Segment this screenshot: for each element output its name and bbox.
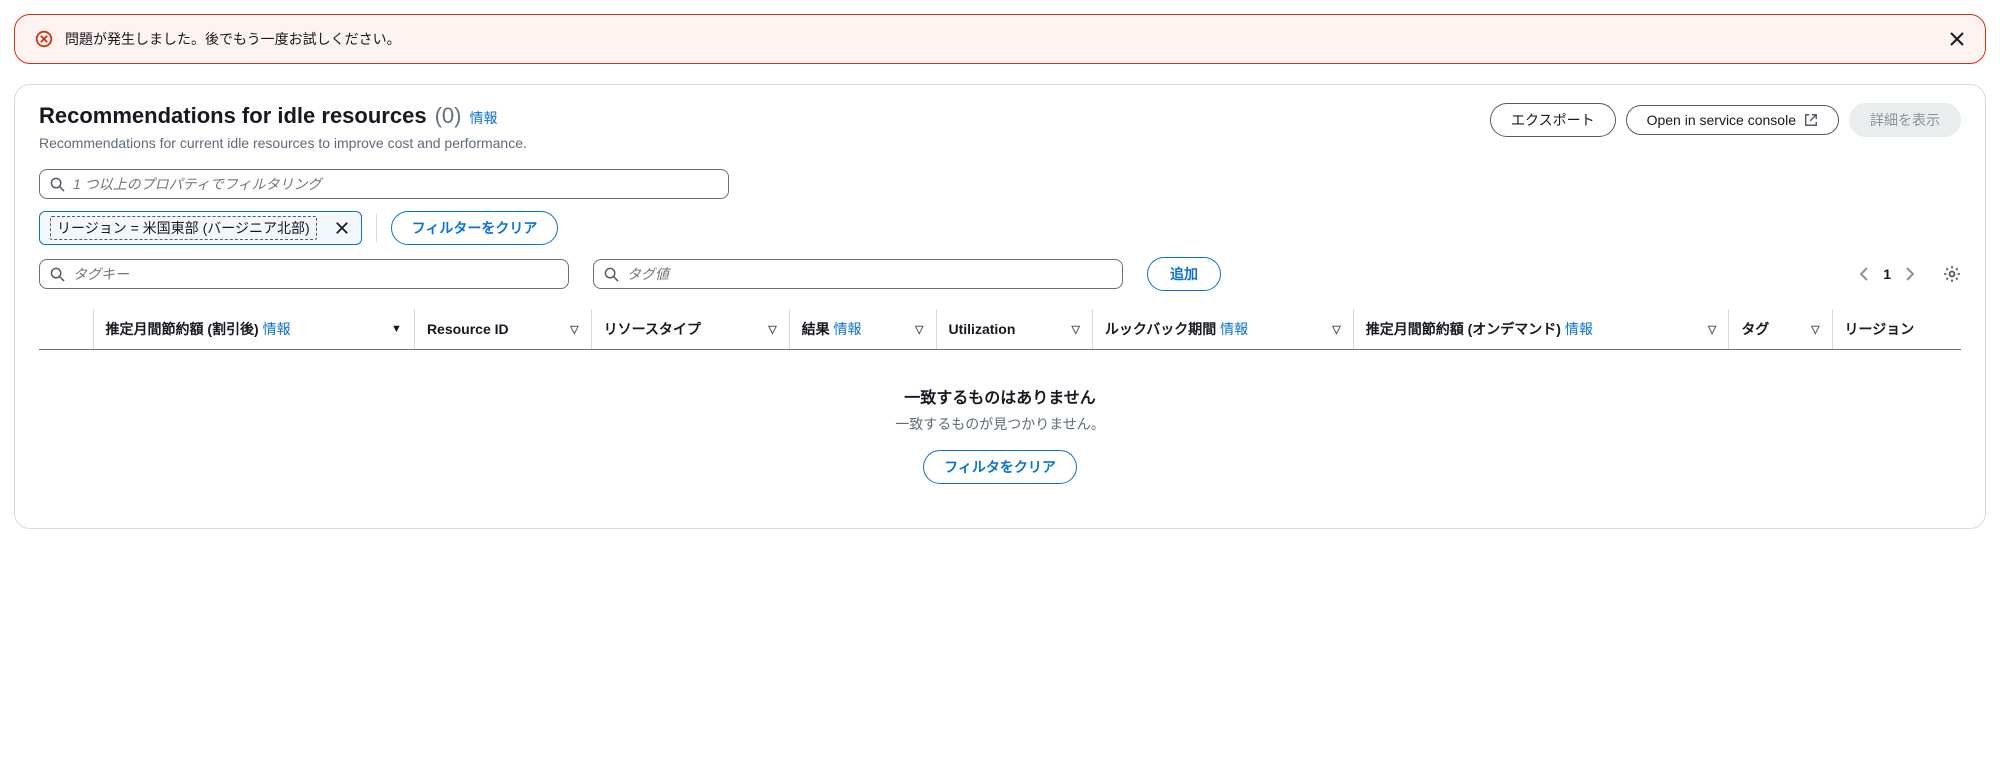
empty-subtitle: 一致するものが見つかりません。 — [39, 414, 1961, 434]
error-banner: 問題が発生しました。後でもう一度お試しください。 — [14, 14, 1986, 64]
sort-icon: ▽ — [1811, 323, 1819, 336]
tag-filter-row: 追加 1 — [39, 257, 1961, 291]
column-finding[interactable]: 結果 情報 ▽ — [789, 309, 936, 350]
info-link[interactable]: 情報 — [834, 321, 862, 337]
property-filter[interactable] — [39, 169, 729, 199]
sort-desc-icon: ▼ — [391, 323, 402, 335]
error-message: 問題が発生しました。後でもう一度お試しください。 — [65, 29, 1937, 49]
tag-key-input[interactable] — [73, 266, 558, 282]
property-filter-input[interactable] — [73, 176, 718, 192]
info-link[interactable]: 情報 — [469, 108, 497, 128]
search-icon — [50, 267, 65, 282]
empty-clear-button[interactable]: フィルタをクリア — [923, 450, 1077, 484]
open-console-button[interactable]: Open in service console — [1626, 105, 1839, 135]
open-console-label: Open in service console — [1647, 112, 1796, 128]
tag-value-input[interactable] — [627, 266, 1112, 282]
page-subtitle: Recommendations for current idle resourc… — [39, 135, 1478, 151]
sort-icon: ▽ — [915, 323, 923, 336]
tag-key-filter[interactable] — [39, 259, 569, 289]
column-savings-ondemand[interactable]: 推定月間節約額 (オンデマンド) 情報 ▽ — [1353, 309, 1729, 350]
table-wrapper: 推定月間節約額 (割引後) 情報 ▼ Resource ID ▽ — [39, 309, 1961, 502]
tag-value-filter[interactable] — [593, 259, 1123, 289]
info-link[interactable]: 情報 — [1565, 321, 1593, 337]
empty-title: 一致するものはありません — [39, 384, 1961, 408]
export-button[interactable]: エクスポート — [1490, 103, 1616, 137]
chip-remove-icon[interactable] — [329, 219, 355, 237]
sort-icon: ▽ — [1332, 323, 1340, 336]
column-savings-discounted[interactable]: 推定月間節約額 (割引後) 情報 ▼ — [93, 309, 414, 350]
close-icon[interactable] — [1949, 31, 1965, 47]
column-lookback[interactable]: ルックバック期間 情報 ▽ — [1092, 309, 1353, 350]
filter-chip-row: リージョン = 米国東部 (バージニア北部) フィルターをクリア — [39, 211, 1961, 245]
column-select — [39, 309, 93, 350]
title-text: Recommendations for idle resources — [39, 103, 427, 129]
column-utilization[interactable]: Utilization ▽ — [936, 309, 1092, 350]
divider — [376, 214, 377, 242]
prev-page-icon[interactable] — [1859, 267, 1869, 281]
count-text: (0) — [435, 103, 462, 129]
next-page-icon[interactable] — [1905, 267, 1915, 281]
recommendations-table: 推定月間節約額 (割引後) 情報 ▼ Resource ID ▽ — [39, 309, 1961, 350]
empty-state: 一致するものはありません 一致するものが見つかりません。 フィルタをクリア — [39, 350, 1961, 502]
sort-icon: ▽ — [1071, 323, 1079, 336]
settings-icon[interactable] — [1943, 265, 1961, 283]
external-link-icon — [1804, 113, 1818, 127]
sort-icon: ▽ — [570, 323, 578, 336]
info-link[interactable]: 情報 — [1220, 321, 1248, 337]
filter-chip: リージョン = 米国東部 (バージニア北部) — [39, 211, 362, 245]
page-number: 1 — [1883, 266, 1891, 282]
main-panel: Recommendations for idle resources (0) 情… — [14, 84, 1986, 529]
clear-filters-button[interactable]: フィルターをクリア — [391, 211, 559, 245]
error-icon — [35, 30, 53, 48]
chip-label: リージョン = 米国東部 (バージニア北部) — [50, 216, 317, 240]
search-icon — [50, 177, 65, 192]
info-link[interactable]: 情報 — [263, 321, 291, 337]
page-title: Recommendations for idle resources (0) 情… — [39, 103, 1478, 129]
search-icon — [604, 267, 619, 282]
sort-icon: ▽ — [768, 323, 776, 336]
details-button: 詳細を表示 — [1849, 103, 1961, 137]
column-region[interactable]: リージョン — [1832, 309, 1961, 350]
add-tag-button[interactable]: 追加 — [1147, 257, 1221, 291]
column-resource-id[interactable]: Resource ID ▽ — [414, 309, 591, 350]
sort-icon: ▽ — [1708, 323, 1716, 336]
column-resource-type[interactable]: リソースタイプ ▽ — [591, 309, 789, 350]
column-tags[interactable]: タグ ▽ — [1729, 309, 1832, 350]
pagination: 1 — [1859, 265, 1961, 283]
